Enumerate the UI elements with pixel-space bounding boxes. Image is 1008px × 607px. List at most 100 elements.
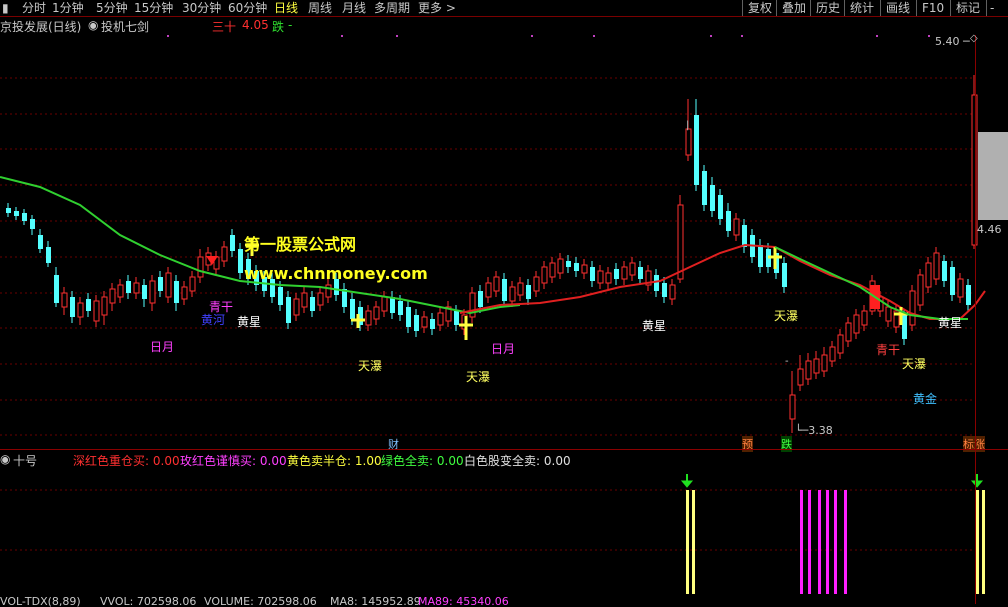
draw-line-button[interactable]: 画线: [880, 0, 915, 16]
candle-body: [398, 301, 403, 315]
sub-indicator-chart[interactable]: [0, 450, 1008, 604]
tab-daily[interactable]: 日线: [274, 0, 298, 16]
candlestick-chart[interactable]: - |: [0, 35, 1008, 450]
history-button[interactable]: 历史: [810, 0, 845, 16]
signal-tianpu-3: 天瀑: [774, 309, 799, 323]
candle-body: [86, 299, 91, 311]
signal-tianpu-1: 天瀑: [358, 359, 383, 373]
candle-body: [70, 297, 75, 317]
candle-body: [390, 297, 395, 313]
candle-body: [325, 284, 332, 298]
candle-body: [509, 286, 516, 302]
candle-body: [310, 297, 315, 311]
candle-body: [669, 284, 676, 300]
candle-body: [142, 285, 147, 299]
ma-line-green-right: [774, 246, 911, 316]
candle-body: [797, 368, 804, 386]
candle-body: [126, 281, 131, 293]
tab-monthly[interactable]: 月线: [342, 0, 366, 16]
candle-body: [966, 285, 971, 305]
fall-value: -: [288, 18, 293, 32]
tab-5min[interactable]: 5分钟: [96, 0, 128, 16]
volume-header: VOL-TDX(8,89) VVOL: 702598.06 VOLUME: 70…: [0, 595, 975, 607]
candle-body: [861, 310, 868, 326]
candle-body: [710, 185, 715, 211]
signal-riyue-1: 日月: [150, 340, 175, 354]
stock-title[interactable]: 京投发展(日线): [0, 18, 81, 35]
top-dot-markers: [167, 35, 930, 37]
candle-body: [837, 334, 844, 354]
candle-body: [189, 276, 196, 292]
signal-bar: [692, 490, 695, 594]
period-toolbar: ▮ 分时 1分钟 5分钟 15分钟 30分钟 60分钟 日线 周线 月线 多周期…: [0, 0, 1008, 17]
candle-body: [101, 296, 108, 316]
candle-body: [629, 262, 636, 276]
candle-body: [197, 256, 204, 278]
tab-15min[interactable]: 15分钟: [134, 0, 173, 16]
fuquan-button[interactable]: 复权: [742, 0, 777, 16]
low-price-label: └─3.38: [795, 424, 833, 437]
sanshi-label: 三十: [212, 20, 237, 34]
tab-weekly[interactable]: 周线: [308, 0, 332, 16]
candle-body: [286, 297, 291, 323]
tab-1min[interactable]: 1分钟: [52, 0, 84, 16]
candle-body: [493, 276, 500, 292]
signal-huangxing-3: 黄星: [938, 316, 963, 330]
candle-body: [541, 266, 548, 284]
candle-body: [293, 298, 300, 316]
right-price-axis[interactable]: 4.46 ◇: [970, 33, 1008, 604]
candle-body: [406, 307, 411, 327]
tab-30min[interactable]: 30分钟: [182, 0, 221, 16]
volume-indicator-name[interactable]: VOL-TDX(8,89): [0, 595, 81, 607]
candle-body: [597, 270, 604, 284]
overlay-button[interactable]: 叠加: [776, 0, 811, 16]
minimize-button[interactable]: -: [986, 0, 997, 16]
candle-body: [14, 211, 19, 216]
signal-tianpu-2: 天瀑: [466, 370, 491, 384]
signal-riyue-2: 日月: [491, 342, 516, 356]
formula-dropdown-icon[interactable]: ◉: [88, 18, 98, 32]
signal-huangxing-1: 黄星: [237, 315, 262, 329]
candle-body: [677, 204, 684, 280]
candle-body: [221, 246, 228, 262]
mark-button[interactable]: 标记: [950, 0, 985, 16]
signal-qinggan-2: 青干: [876, 343, 901, 357]
signal-bar: [834, 490, 837, 594]
candle-body: [885, 306, 892, 322]
f10-button[interactable]: F10: [916, 0, 949, 16]
candle-body: [909, 290, 916, 326]
sub-bars-group: [686, 490, 985, 594]
candle-body: [638, 267, 643, 279]
signal-bar: [686, 490, 689, 594]
menu-arrow-icon[interactable]: ▮: [2, 0, 9, 16]
signal-tianpu-4: 天瀑: [902, 357, 927, 371]
candle-body: [174, 281, 179, 303]
candle-body: [54, 275, 59, 303]
statistics-button[interactable]: 统计: [844, 0, 879, 16]
signal-bar: [844, 490, 847, 594]
diamond-icon[interactable]: ◇: [970, 33, 978, 44]
candles-group: [6, 75, 978, 433]
candle-body: [789, 394, 796, 420]
candle-body: [718, 195, 723, 219]
candle-body: [933, 252, 940, 280]
tab-multi-period[interactable]: 多周期: [374, 0, 410, 16]
formula-name[interactable]: 投机七剑: [101, 18, 149, 35]
ma89-label: MA89: 45340.06: [418, 595, 509, 607]
candle-body: [829, 346, 836, 362]
tab-more[interactable]: 更多 >: [418, 0, 456, 16]
candle-body: [77, 302, 84, 318]
sanshi-value: 4.05: [242, 18, 269, 32]
candle-body: [758, 245, 763, 267]
signal-huangjin: 黄金: [913, 392, 938, 406]
tab-fenshi[interactable]: 分时: [22, 0, 46, 16]
tab-60min[interactable]: 60分钟: [228, 0, 267, 16]
fall-label: 跌: [272, 20, 285, 34]
candle-body: [581, 264, 588, 274]
candle-body: [502, 279, 507, 301]
signal-bar: [800, 490, 803, 594]
signal-bar: [826, 490, 829, 594]
candle-body: [533, 276, 540, 292]
candle-body: [821, 354, 828, 372]
candle-body: [478, 291, 483, 307]
